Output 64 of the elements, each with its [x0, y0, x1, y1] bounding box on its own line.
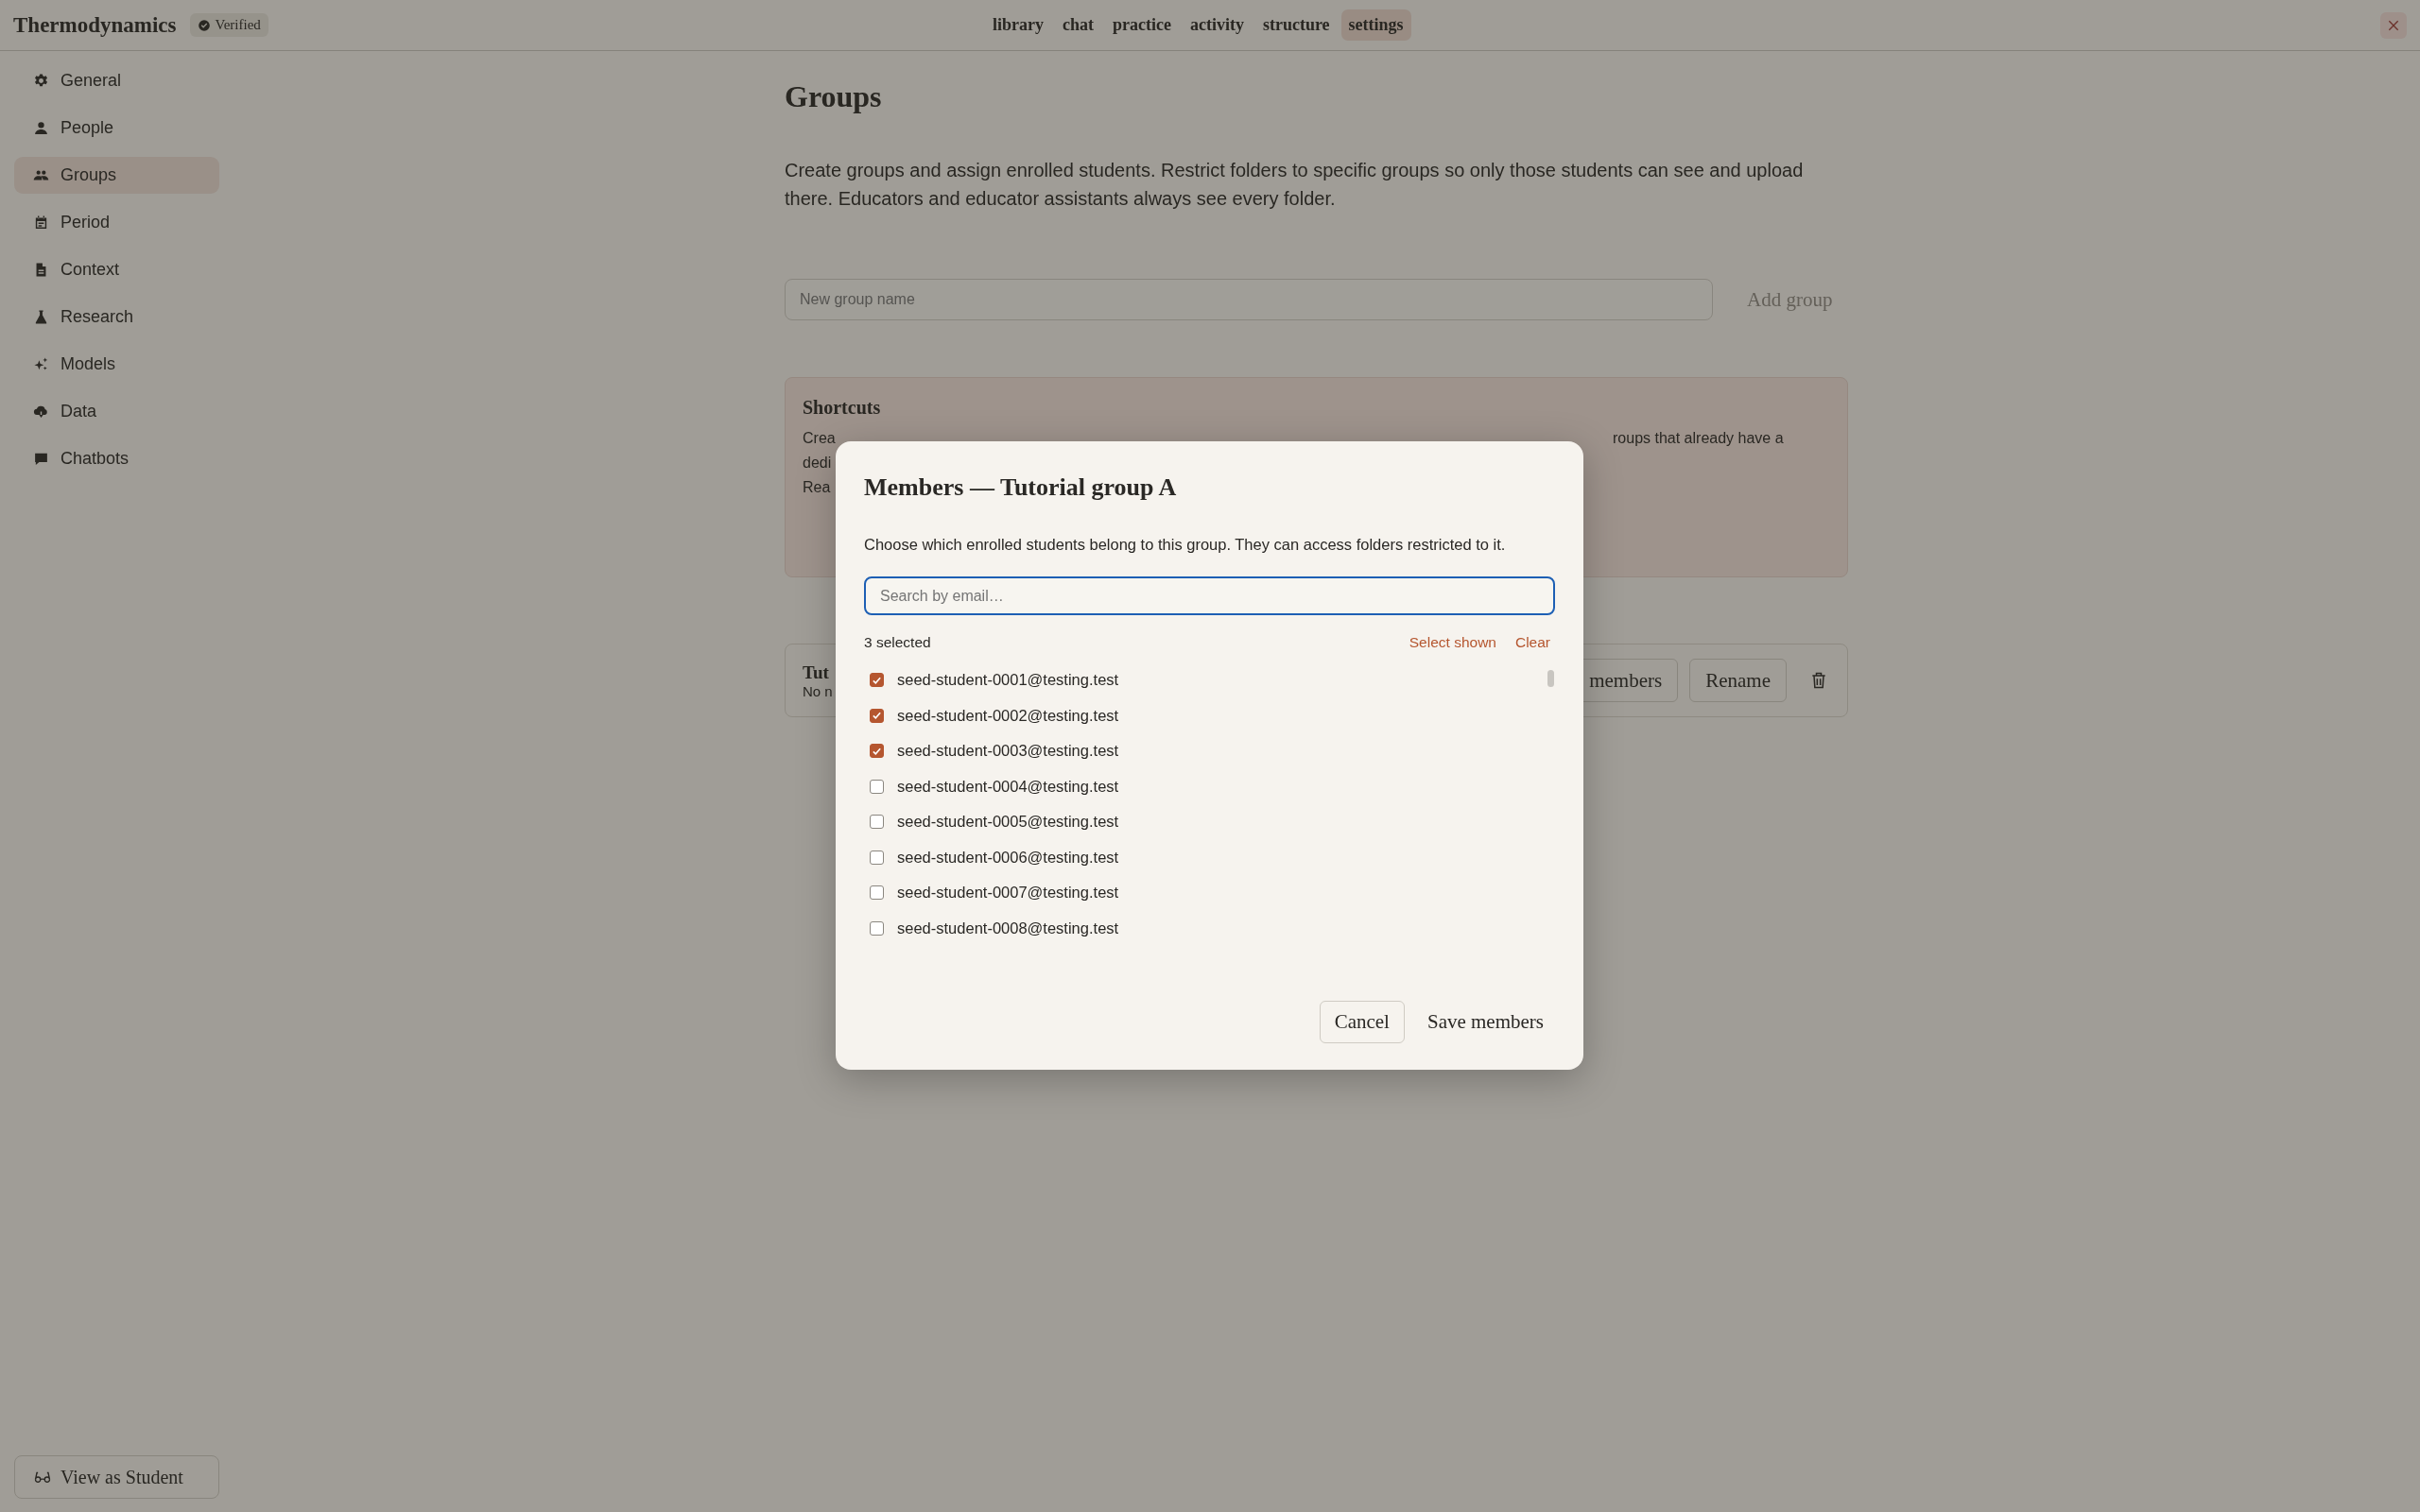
member-item[interactable]: seed-student-0006@testing.test: [864, 839, 1555, 875]
card-text: Rea: [803, 478, 832, 497]
nav-tab[interactable]: activity: [1182, 9, 1252, 41]
member-item[interactable]: seed-student-0003@testing.test: [864, 733, 1555, 769]
page-heading: Groups: [785, 79, 883, 114]
dialog-title: Members — Tutorial group A: [864, 473, 1178, 502]
sidebar-item[interactable]: Groups: [14, 157, 219, 194]
intro-text: Create groups and assign enrolled students. Restrict folders to specific groups so only those students can see and upload there. Educators and educator assistants always see every folder.: [785, 159, 1805, 211]
nav-tab[interactable]: settings: [1340, 9, 1411, 41]
card-text: dedi: [803, 454, 833, 472]
card-title: Shortcuts: [803, 397, 882, 419]
checkbox[interactable]: [870, 815, 884, 830]
clear-link[interactable]: Clear: [1514, 634, 1550, 651]
sidebar-item[interactable]: General: [14, 62, 219, 99]
nav-tab[interactable]: structure: [1254, 9, 1338, 41]
member-item[interactable]: seed-student-0005@testing.test: [864, 804, 1555, 840]
checkbox[interactable]: [870, 673, 884, 688]
card-text: roups that already have a: [1613, 429, 1785, 448]
sidebar-item[interactable]: Chatbots: [14, 440, 219, 477]
member-item[interactable]: seed-student-0004@testing.test: [864, 768, 1555, 804]
sidebar-item[interactable]: Data: [14, 393, 219, 430]
nav-tab[interactable]: chat: [1055, 9, 1101, 41]
select-shown-link[interactable]: Select shown: [1409, 634, 1496, 651]
member-item[interactable]: seed-student-0007@testing.test: [864, 875, 1555, 911]
member-item[interactable]: seed-student-0008@testing.test: [864, 910, 1555, 946]
sidebar-item[interactable]: Context: [14, 251, 219, 288]
group-name: Tut: [803, 662, 830, 683]
gear-icon: [33, 73, 49, 89]
trash-icon[interactable]: [1809, 671, 1828, 690]
card-text: Crea: [803, 429, 837, 448]
checkbox[interactable]: [870, 708, 884, 723]
sidebar-item[interactable]: People: [14, 110, 219, 146]
app-title: Thermodynamics: [13, 12, 177, 38]
badge-label: Verified: [215, 17, 261, 33]
close-button[interactable]: [2380, 11, 2407, 39]
view-as-student-button[interactable]: View as Student: [14, 1455, 219, 1499]
save-members-button[interactable]: Save members: [1415, 1001, 1555, 1043]
group-meta: No n: [803, 682, 833, 699]
sidebar-item[interactable]: Period: [14, 204, 219, 241]
rename-button[interactable]: Rename: [1689, 659, 1787, 702]
checkbox[interactable]: [870, 744, 884, 759]
checkbox[interactable]: [870, 779, 884, 794]
dialog-description: Choose which enrolled students belong to this group. They can access folders restricted to it.: [864, 536, 1507, 554]
member-item[interactable]: seed-student-0002@testing.test: [864, 697, 1555, 733]
nav-tab[interactable]: library: [985, 9, 1051, 41]
checkbox[interactable]: [870, 885, 884, 901]
checkbox[interactable]: [870, 850, 884, 865]
sidebar-item[interactable]: Models: [14, 346, 219, 383]
sidebar-item[interactable]: Research: [14, 299, 219, 335]
person-icon: [33, 120, 49, 136]
chat-bubble-icon: [33, 451, 49, 467]
cancel-button[interactable]: Cancel: [1319, 1001, 1405, 1043]
calendar-icon: [33, 215, 49, 231]
sparkle-icon: [33, 356, 49, 372]
group-name-field[interactable]: New group name: [785, 279, 1713, 320]
flask-icon: [33, 309, 49, 325]
search-field[interactable]: Search by email…: [864, 576, 1555, 615]
member-item[interactable]: seed-student-0001@testing.test: [864, 662, 1555, 698]
glasses-icon: [34, 1471, 51, 1483]
checkbox[interactable]: [870, 920, 884, 936]
scrollbar-thumb[interactable]: [1547, 670, 1554, 687]
nav-tab[interactable]: practice: [1105, 9, 1179, 41]
selected-count: 3 selected: [864, 634, 931, 651]
cloud-download-icon: [33, 404, 49, 420]
